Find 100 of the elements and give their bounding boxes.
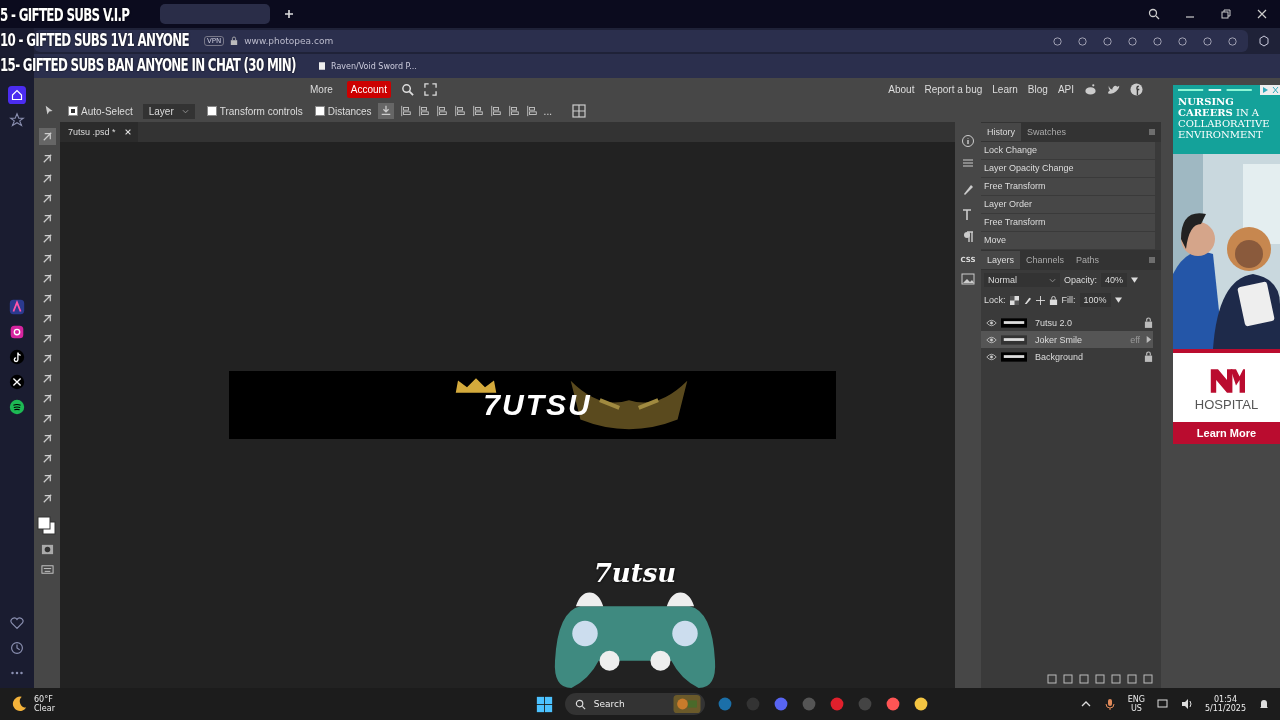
taskbar-search[interactable]: Search xyxy=(564,693,705,715)
restore-icon[interactable] xyxy=(1220,8,1232,20)
weather-condition[interactable]: Clear xyxy=(34,704,55,713)
align-icon[interactable] xyxy=(471,105,484,117)
eye-icon[interactable] xyxy=(986,352,997,361)
history-item[interactable]: Move xyxy=(981,232,1155,250)
layer-row[interactable]: Background xyxy=(981,348,1153,365)
blend-mode-dropdown[interactable]: Normal xyxy=(984,273,1060,287)
history-item[interactable]: Layer Opacity Change xyxy=(981,160,1155,178)
menu-link[interactable]: Blog xyxy=(1027,83,1048,95)
tiktok-icon[interactable] xyxy=(8,348,26,366)
transform-controls-checkbox[interactable]: Transform controls xyxy=(206,105,303,117)
x-icon[interactable] xyxy=(8,373,26,391)
panel-menu-icon[interactable] xyxy=(1147,255,1157,265)
windows-start-icon[interactable] xyxy=(535,695,553,713)
temperature-text[interactable]: 60°F xyxy=(34,695,55,704)
menu-link[interactable]: Learn xyxy=(992,83,1018,95)
url-text: www.photopea.com xyxy=(244,36,334,46)
info-icon[interactable] xyxy=(961,134,975,148)
move-lock-icon[interactable] xyxy=(1035,295,1045,305)
target-dropdown[interactable]: Layer xyxy=(142,103,195,119)
adjustments-icon[interactable] xyxy=(961,156,975,170)
distances-checkbox[interactable]: Distances xyxy=(314,105,372,117)
speaker-icon[interactable] xyxy=(1181,698,1193,710)
keyboard-icon[interactable] xyxy=(40,563,54,576)
fill-field[interactable]: 100% xyxy=(1079,293,1111,307)
clock-icon[interactable] xyxy=(8,639,26,657)
language-indicator[interactable]: ENG US xyxy=(1127,695,1145,713)
align-icon[interactable] xyxy=(525,105,538,117)
search-icon[interactable] xyxy=(1148,8,1160,20)
panel-tab[interactable]: Layers xyxy=(981,251,1020,269)
network-icon[interactable] xyxy=(1157,698,1169,710)
eye-icon[interactable] xyxy=(986,335,997,344)
menu-item[interactable]: More xyxy=(306,80,337,98)
menu-item[interactable]: Account xyxy=(346,80,391,98)
opacity-field[interactable]: 40% xyxy=(1101,273,1128,287)
history-item[interactable]: Layer Order xyxy=(981,196,1155,214)
panel-tab[interactable]: Paths xyxy=(1070,251,1106,269)
history-item[interactable]: Free Transform xyxy=(981,178,1155,196)
align-icon[interactable] xyxy=(435,105,448,117)
history-item[interactable]: Free Transform xyxy=(981,214,1155,232)
reddit-icon[interactable] xyxy=(1084,82,1097,96)
align-icon[interactable] xyxy=(489,105,502,117)
lock-label: Lock: xyxy=(984,295,1006,305)
bell-icon[interactable] xyxy=(1258,698,1270,710)
brush-icon[interactable] xyxy=(961,182,975,196)
hospital-name: HOSPITAL xyxy=(1194,397,1259,412)
microphone-icon[interactable] xyxy=(1103,698,1116,710)
aria-icon[interactable] xyxy=(8,298,26,316)
dropdown-arrow-icon[interactable] xyxy=(1114,297,1122,303)
color-swatches-icon[interactable] xyxy=(37,516,57,536)
history-item[interactable]: Lock Change xyxy=(981,142,1155,160)
spotify-icon[interactable] xyxy=(8,398,26,416)
stream-overlay-text: 5 - GIFTED SUBS V.I.P xyxy=(0,6,130,24)
bookmark-item[interactable]: Raven/Void Sword P... xyxy=(319,61,417,71)
align-icon[interactable] xyxy=(507,105,520,117)
ad-banner[interactable]: NURSING CAREERS IN A COLLABORATIVE ENVIRONMENT HOSPITAL Learn More xyxy=(1173,85,1280,444)
panel-tab[interactable]: Swatches xyxy=(1021,123,1073,141)
close-icon[interactable] xyxy=(123,128,132,136)
panel-menu-icon[interactable] xyxy=(1147,127,1157,137)
search-icon xyxy=(574,698,586,710)
more-button[interactable]: ... xyxy=(543,105,552,117)
star-icon[interactable] xyxy=(8,111,26,129)
align-icon[interactable] xyxy=(399,105,412,117)
menu-link[interactable]: API xyxy=(1057,83,1074,95)
lock-icon[interactable] xyxy=(1048,295,1058,305)
brush-lock-icon[interactable] xyxy=(1022,295,1032,305)
image-icon[interactable] xyxy=(961,272,975,286)
cube-icon[interactable] xyxy=(1258,35,1270,47)
panel-tab[interactable]: History xyxy=(981,123,1021,141)
paragraph-icon[interactable] xyxy=(961,230,975,244)
menu-link[interactable]: About xyxy=(888,83,915,95)
facebook-icon[interactable] xyxy=(1130,82,1143,96)
auto-select-checkbox[interactable]: Auto-Select xyxy=(68,105,133,117)
bookmark-favicon-icon xyxy=(319,62,325,70)
panel-tab[interactable]: Channels xyxy=(1020,251,1071,269)
home-icon[interactable] xyxy=(8,86,26,104)
grid-icon[interactable] xyxy=(571,104,586,118)
instagram-icon[interactable] xyxy=(8,323,26,341)
close-icon[interactable] xyxy=(1256,8,1268,20)
fullscreen-icon[interactable] xyxy=(423,82,437,96)
eye-icon[interactable] xyxy=(986,318,997,327)
fill-label: Fill: xyxy=(1061,295,1076,305)
menu-link[interactable]: Report a bug xyxy=(924,83,983,95)
align-icon[interactable] xyxy=(417,105,430,117)
clock-display[interactable]: 01:54 5/11/2025 xyxy=(1205,695,1246,713)
layer-row[interactable]: Joker Smile eff xyxy=(981,331,1153,348)
layer-name: Background xyxy=(1035,351,1085,362)
learn-more-button[interactable]: Learn More xyxy=(1173,422,1280,444)
layer-row[interactable]: 7utsu 2.0 xyxy=(981,314,1153,331)
hospital-logo-icon xyxy=(1208,367,1245,395)
new-tab-icon[interactable] xyxy=(284,9,294,19)
checker-lock-icon[interactable] xyxy=(1009,295,1019,305)
caret-icon xyxy=(181,108,189,114)
document-tab[interactable]: 7utsu .psd * xyxy=(60,122,138,142)
search-icon[interactable] xyxy=(400,82,414,96)
move-tool-icon[interactable] xyxy=(38,128,56,145)
expand-arrow-icon[interactable] xyxy=(1144,334,1153,345)
align-icon[interactable] xyxy=(453,105,466,117)
dropdown-arrow-icon[interactable] xyxy=(1131,277,1139,283)
